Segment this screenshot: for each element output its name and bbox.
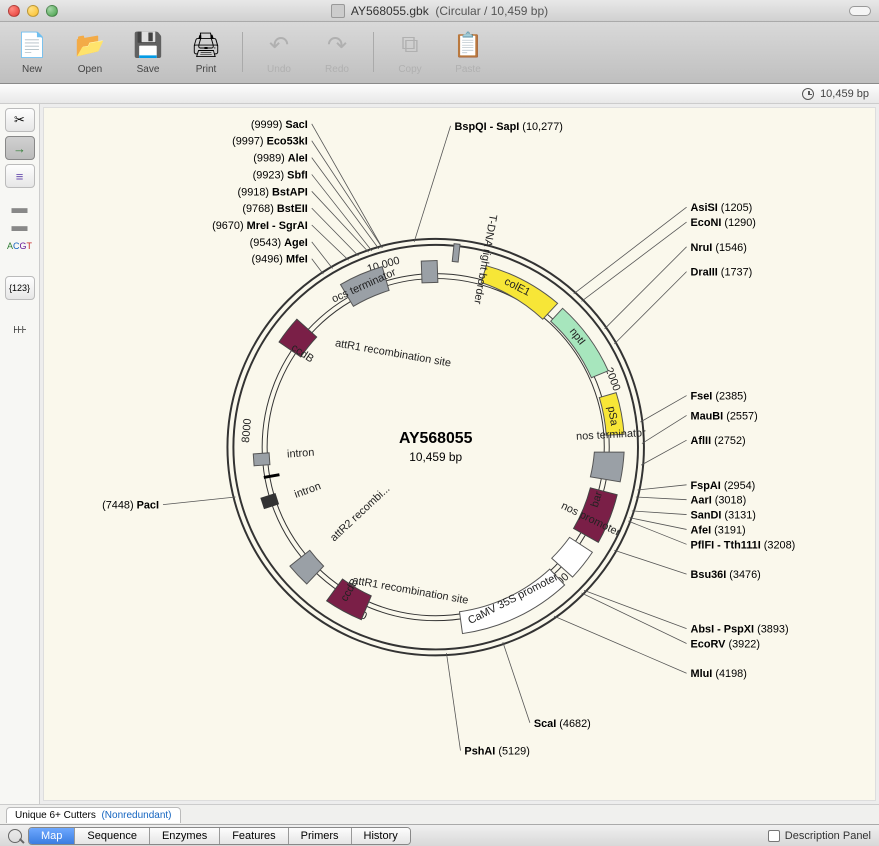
svg-text:T-DNA right border: T-DNA right border (471, 214, 499, 306)
svg-text:(9918) BstAPI: (9918) BstAPI (238, 186, 308, 198)
open-button[interactable]: 📂Open (68, 28, 112, 75)
svg-text:NruI (1546): NruI (1546) (691, 242, 747, 254)
plasmid-name: AY568055 (399, 430, 473, 447)
minimize-icon[interactable] (27, 5, 39, 17)
tab-sequence[interactable]: Sequence (75, 828, 150, 844)
svg-text:ccdB: ccdB (289, 342, 316, 365)
svg-text:(9989) AleI: (9989) AleI (253, 153, 308, 165)
tab-enzymes[interactable]: Enzymes (150, 828, 220, 844)
folder-icon: 📂 (73, 28, 107, 62)
file-icon: 📄 (15, 28, 49, 62)
copy-button[interactable]: ⧉Copy (388, 28, 432, 75)
paste-icon: 📋 (451, 28, 485, 62)
cutters-tab[interactable]: Unique 6+ Cutters (Nonredundant) (6, 807, 181, 823)
svg-text:EcoRV (3922): EcoRV (3922) (691, 638, 760, 650)
svg-text:MauBI (2557): MauBI (2557) (691, 410, 758, 422)
redo-icon: ↷ (320, 28, 354, 62)
clock-icon (802, 88, 814, 100)
svg-text:(9923) SbfI: (9923) SbfI (253, 169, 308, 181)
svg-text:(9997) Eco53kI: (9997) Eco53kI (232, 136, 308, 148)
tool-ruler[interactable]: ⊦⊦⊦ (5, 318, 35, 342)
svg-text:(9543) AgeI: (9543) AgeI (250, 237, 308, 249)
feature-nos-term[interactable] (590, 452, 624, 482)
traffic-lights (0, 5, 58, 17)
svg-text:attR1 recombination site: attR1 recombination site (334, 337, 452, 369)
svg-text:AbsI - PspXI (3893): AbsI - PspXI (3893) (691, 624, 789, 636)
tool-bars[interactable]: ▬▬ (5, 206, 35, 230)
window-titlebar: AY568055.gbk (Circular / 10,459 bp) (0, 0, 879, 22)
toolbar-toggle-icon[interactable] (849, 6, 871, 16)
svg-text:PshAI (5129): PshAI (5129) (464, 746, 529, 758)
description-panel-toggle[interactable]: Description Panel (768, 830, 871, 842)
status-strip: 10,459 bp (0, 84, 879, 104)
tab-primers[interactable]: Primers (289, 828, 352, 844)
tool-select[interactable]: ✂︎ (5, 108, 35, 132)
plasmid-canvas[interactable]: 2000 4000 6000 8000 10,000 AY568055 10,4… (43, 107, 876, 801)
main-toolbar: 📄New 📂Open 💾Save 🖨Print ↶Undo ↷Redo ⧉Cop… (0, 22, 879, 84)
close-icon[interactable] (8, 5, 20, 17)
workspace: ✂︎ → ≡ ▬▬ ACGT {123} ⊦⊦⊦ 2000 4000 6000 … (0, 104, 879, 804)
tab-features[interactable]: Features (220, 828, 288, 844)
tool-arrow[interactable]: → (5, 136, 35, 160)
tool-align[interactable]: ≡ (5, 164, 35, 188)
document-icon (331, 4, 345, 18)
redo-button[interactable]: ↷Redo (315, 28, 359, 75)
print-button[interactable]: 🖨Print (184, 28, 228, 75)
svg-text:attR2 recombi...: attR2 recombi... (328, 483, 392, 544)
window-title: AY568055.gbk (Circular / 10,459 bp) (351, 4, 548, 18)
svg-text:intron: intron (293, 480, 323, 501)
feature-attR1-bot[interactable] (421, 261, 438, 283)
svg-text:(9768) BstEII: (9768) BstEII (242, 203, 307, 215)
undo-button[interactable]: ↶Undo (257, 28, 301, 75)
svg-text:ScaI (4682): ScaI (4682) (534, 718, 591, 730)
svg-text:intron: intron (287, 447, 315, 461)
zoom-icon[interactable] (46, 5, 58, 17)
disk-icon: 💾 (131, 28, 165, 62)
svg-text:EcoNI (1290): EcoNI (1290) (691, 217, 756, 229)
svg-text:8000: 8000 (240, 418, 254, 443)
svg-text:AfeI (3191): AfeI (3191) (691, 524, 746, 536)
feature-intron2[interactable] (260, 493, 279, 509)
svg-text:Bsu36I (3476): Bsu36I (3476) (691, 569, 761, 581)
checkbox-icon[interactable] (768, 830, 780, 842)
svg-text:BspQI - SapI (10,277): BspQI - SapI (10,277) (455, 121, 563, 133)
view-tabs: MapSequenceEnzymesFeaturesPrimersHistory (28, 827, 411, 845)
tool-123[interactable]: {123} (5, 276, 35, 300)
svg-text:AsiSI (1205): AsiSI (1205) (691, 202, 753, 214)
svg-text:AflII (2752): AflII (2752) (691, 435, 746, 447)
enzyme-left: (9999) SacI (9997) Eco53kI (9989) AleI (992… (212, 119, 382, 274)
new-button[interactable]: 📄New (10, 28, 54, 75)
side-toolbar: ✂︎ → ≡ ▬▬ ACGT {123} ⊦⊦⊦ (0, 104, 40, 804)
svg-text:nos terminator: nos terminator (576, 427, 647, 443)
tab-map[interactable]: Map (29, 828, 75, 844)
bottom-bar: MapSequenceEnzymesFeaturesPrimersHistory… (0, 824, 879, 846)
sequence-length: 10,459 bp (820, 88, 869, 100)
paste-button[interactable]: 📋Paste (446, 28, 490, 75)
enzyme-bottom: ScaI (4682) PshAI (5129) (446, 642, 590, 757)
tab-history[interactable]: History (352, 828, 410, 844)
plasmid-size: 10,459 bp (409, 450, 462, 464)
svg-text:AarI (3018): AarI (3018) (691, 495, 747, 507)
feature-attR2[interactable] (290, 550, 324, 584)
svg-text:PflFI - Tth111I (3208): PflFI - Tth111I (3208) (691, 539, 796, 551)
feature-tdna[interactable] (452, 244, 460, 262)
printer-icon: 🖨 (189, 28, 223, 62)
feature-intron1-box[interactable] (253, 453, 270, 466)
cutters-tab-row: Unique 6+ Cutters (Nonredundant) (0, 804, 879, 824)
svg-text:DraIII (1737): DraIII (1737) (691, 267, 753, 279)
undo-icon: ↶ (262, 28, 296, 62)
svg-text:(9496) MfeI: (9496) MfeI (251, 254, 307, 266)
svg-text:FspAI (2954): FspAI (2954) (691, 480, 756, 492)
svg-text:(9999) SacI: (9999) SacI (251, 119, 308, 131)
enzyme-lone-left: (7448) PacI (102, 497, 235, 512)
svg-text:SanDI (3131): SanDI (3131) (691, 510, 756, 522)
magnifier-icon[interactable] (8, 829, 22, 843)
svg-text:FseI (2385): FseI (2385) (691, 391, 747, 403)
svg-text:(7448) PacI: (7448) PacI (102, 500, 159, 512)
tool-acgt[interactable]: ACGT (5, 234, 35, 258)
copy-icon: ⧉ (393, 28, 427, 62)
svg-text:(9670) MreI - SgrAI: (9670) MreI - SgrAI (212, 220, 308, 232)
save-button[interactable]: 💾Save (126, 28, 170, 75)
svg-text:MluI (4198): MluI (4198) (691, 668, 747, 680)
